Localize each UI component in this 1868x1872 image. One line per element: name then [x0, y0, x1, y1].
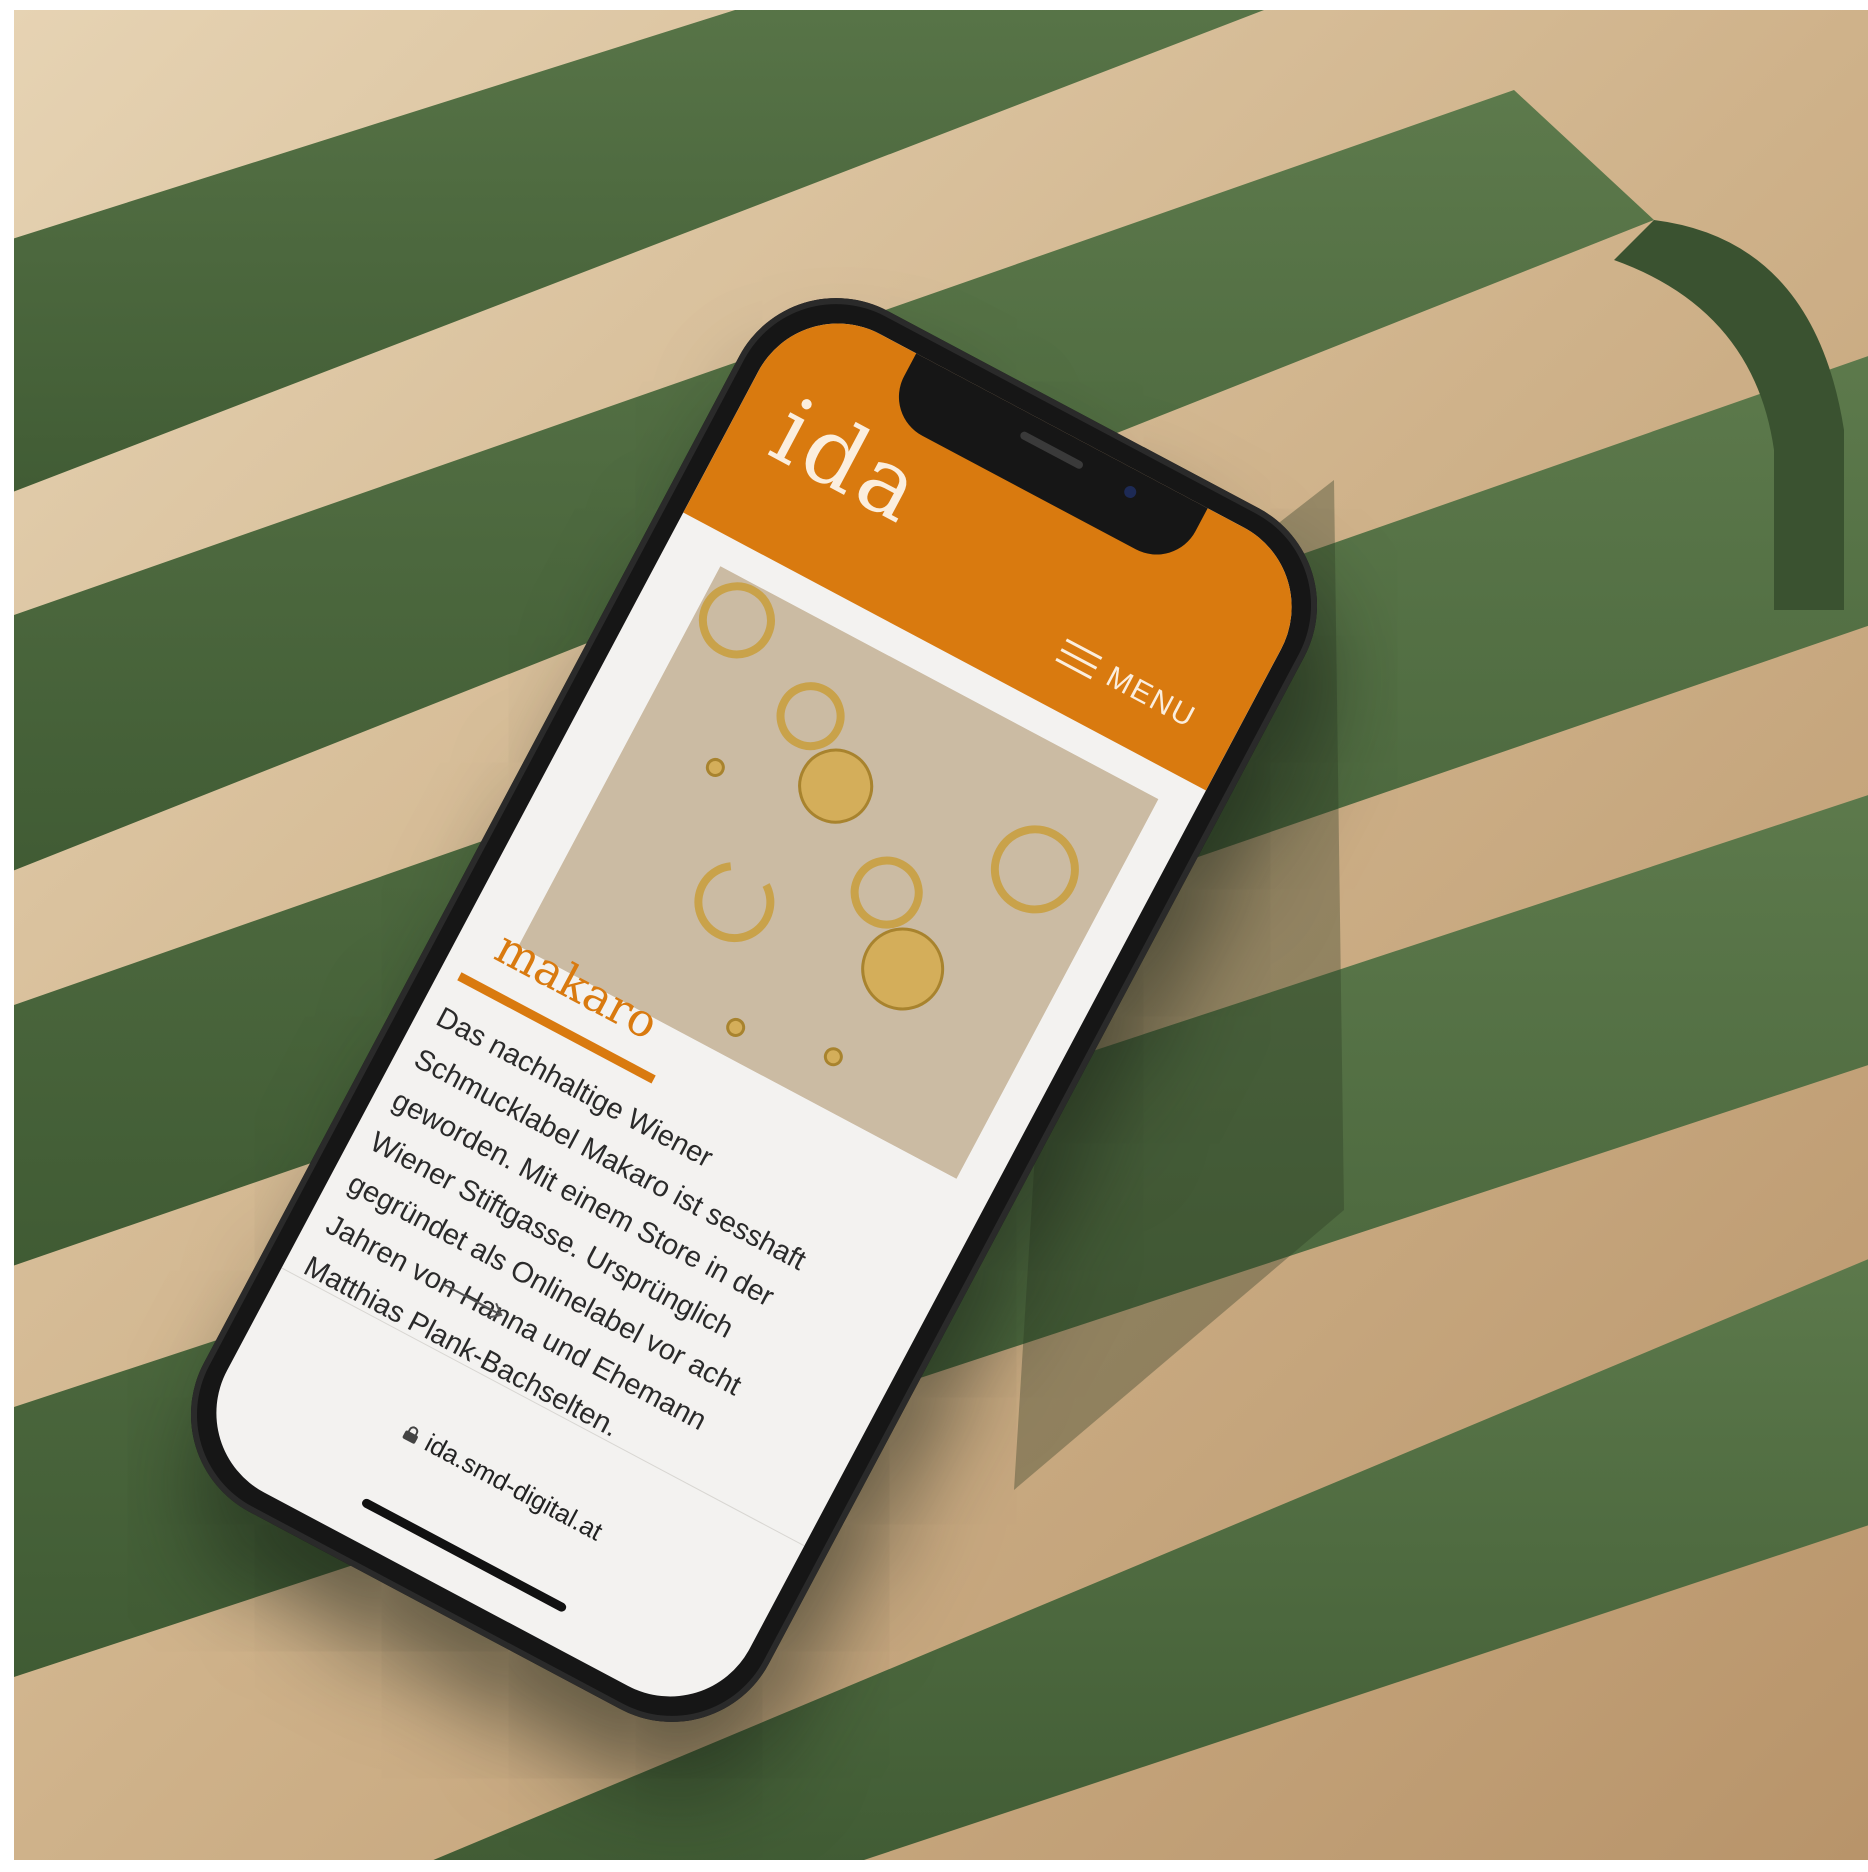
front-camera	[1122, 483, 1139, 501]
menu-label: MENU	[1100, 660, 1202, 735]
background-photo: ida MENU makaro Das nachhaltige Wiener S…	[14, 10, 1868, 1860]
url-text: ida.smd-digital.at	[420, 1427, 608, 1547]
lock-icon	[402, 1423, 422, 1444]
menu-button[interactable]: MENU	[1047, 631, 1207, 739]
speaker-grille	[1018, 430, 1085, 471]
hamburger-icon	[1055, 638, 1103, 680]
